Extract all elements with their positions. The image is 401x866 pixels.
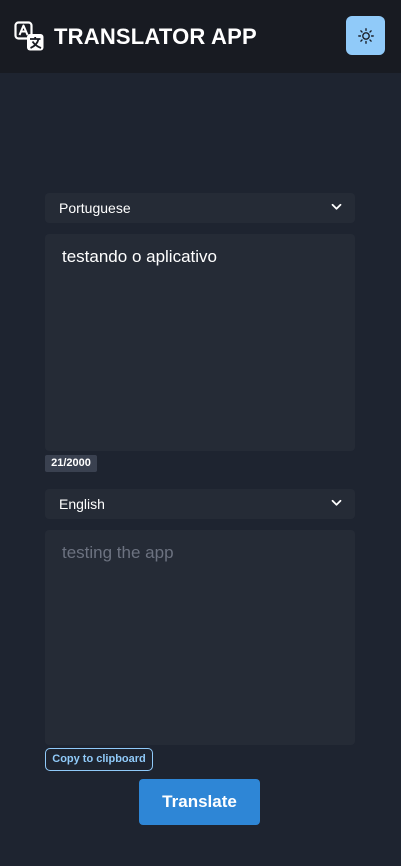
source-language-label: Portuguese <box>59 200 131 216</box>
translate-icon <box>14 21 44 51</box>
chevron-down-icon <box>331 499 342 506</box>
target-language-select[interactable]: English <box>45 489 355 519</box>
source-text-input[interactable]: testando o aplicativo <box>45 234 355 451</box>
translate-button[interactable]: Translate <box>139 779 260 825</box>
sun-icon <box>357 27 374 44</box>
character-counter: 21/2000 <box>45 455 97 472</box>
chevron-down-icon <box>331 203 342 210</box>
app-title: TRANSLATOR APP <box>54 24 257 49</box>
theme-toggle-button[interactable] <box>346 16 385 55</box>
app-header: TRANSLATOR APP <box>0 0 401 73</box>
source-language-select[interactable]: Portuguese <box>45 193 355 223</box>
target-language-label: English <box>59 496 105 512</box>
copy-to-clipboard-button[interactable]: Copy to clipboard <box>45 748 153 771</box>
translation-output: testing the app <box>45 530 355 745</box>
